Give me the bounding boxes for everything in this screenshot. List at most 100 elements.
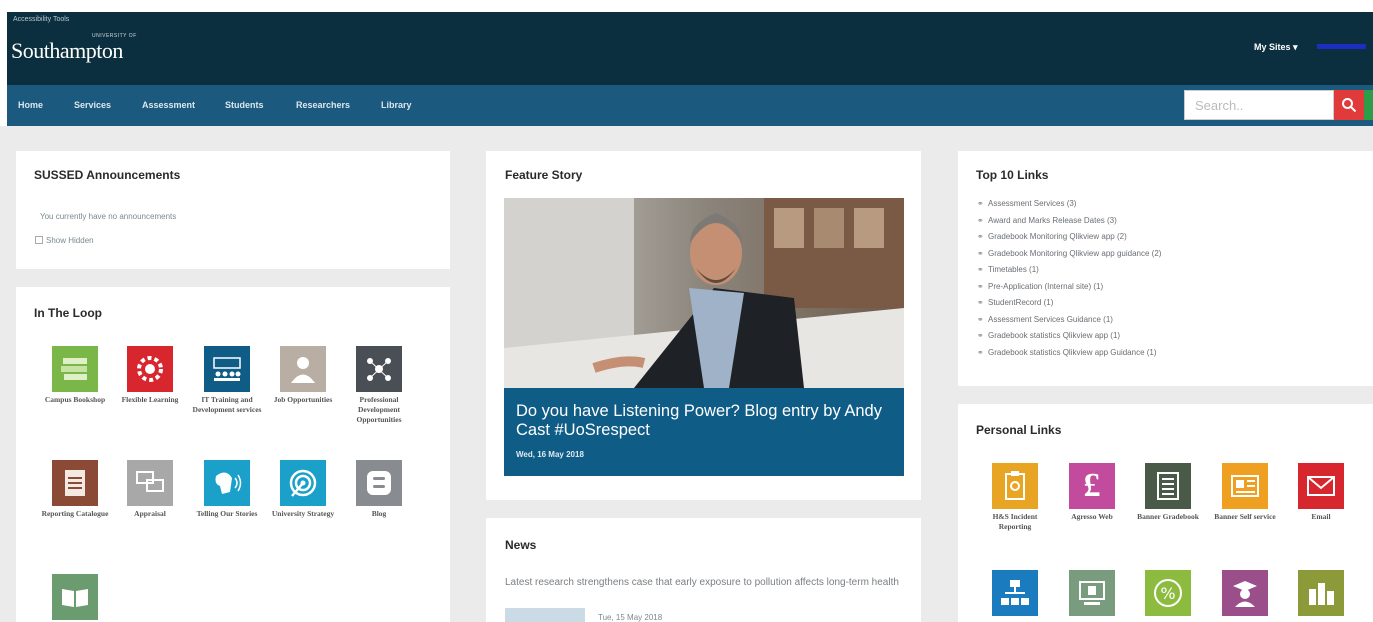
news-panel xyxy=(486,518,921,622)
link-icon: ⚭ xyxy=(977,265,984,274)
top-link-label[interactable]: Gradebook statistics Qlikview app Guidan… xyxy=(988,348,1157,357)
tile-telling-our-stories[interactable]: Telling Our Stories xyxy=(192,460,262,519)
top-link-item[interactable]: ⚭ Gradebook Monitoring Qlikview app (2) xyxy=(977,232,1127,241)
top-link-item[interactable]: ⚭ Gradebook statistics Qlikview app Guida… xyxy=(977,348,1157,357)
top-link-item[interactable]: ⚭ Pre-Application (Internal site) (1) xyxy=(977,282,1103,291)
tile-percent[interactable]: % xyxy=(1133,570,1203,619)
top-link-label[interactable]: Award and Marks Release Dates (3) xyxy=(988,216,1117,225)
header-accent-bar xyxy=(1317,44,1366,49)
nav-home[interactable]: Home xyxy=(18,100,43,110)
tile-hs-incident-reporting[interactable]: H&S Incident Reporting xyxy=(980,463,1050,532)
top-link-label[interactable]: Timetables (1) xyxy=(988,265,1039,274)
tile-university-strategy[interactable]: University Strategy xyxy=(268,460,338,519)
in-the-loop-panel xyxy=(16,287,450,622)
tile-label: Telling Our Stories xyxy=(196,509,258,518)
notebook-icon xyxy=(1145,463,1191,509)
top-link-item[interactable]: ⚭ Assessment Services (3) xyxy=(977,199,1076,208)
tile-blog[interactable]: Blog xyxy=(344,460,414,519)
search-input[interactable]: Search.. xyxy=(1184,90,1334,120)
form-icon xyxy=(1222,463,1268,509)
tile-label: Agresso Web xyxy=(1071,512,1113,521)
top-link-label[interactable]: Pre-Application (Internal site) (1) xyxy=(988,282,1103,291)
tile-label: H&S Incident Reporting xyxy=(992,512,1038,532)
link-icon: ⚭ xyxy=(977,248,984,258)
feature-photo[interactable] xyxy=(504,198,904,388)
network-icon xyxy=(356,346,402,392)
show-hidden-checkbox[interactable] xyxy=(35,236,43,244)
accessibility-tools-link[interactable]: Accessibility Tools xyxy=(13,16,69,23)
feature-date: Wed, 16 May 2018 xyxy=(516,450,584,459)
tile-label: Banner Gradebook xyxy=(1137,512,1199,521)
tile-job-opportunities[interactable]: Job Opportunities xyxy=(268,346,338,405)
site-header: Accessibility Tools xyxy=(7,12,1373,85)
tile-appraisal[interactable]: Appraisal xyxy=(115,460,185,519)
my-sites-dropdown[interactable]: My Sites ▾ xyxy=(1254,42,1298,53)
link-icon: ⚭ xyxy=(977,314,984,324)
tile-monitor[interactable] xyxy=(1057,570,1127,619)
tile-banner-gradebook[interactable]: Banner Gradebook xyxy=(1133,463,1203,522)
top-link-item[interactable]: ⚭ Assessment Services Guidance (1) xyxy=(977,315,1113,324)
tile-it-training[interactable]: IT Training and Development services xyxy=(192,346,262,415)
top-link-item[interactable]: ⚭ Award and Marks Release Dates (3) xyxy=(977,216,1117,225)
people-icon xyxy=(280,346,326,392)
tile-building[interactable] xyxy=(1286,570,1356,619)
top-link-label[interactable]: Assessment Services (3) xyxy=(988,199,1076,208)
search-button[interactable] xyxy=(1334,90,1364,120)
top-link-label[interactable]: Gradebook Monitoring Qlikview app (2) xyxy=(988,232,1127,241)
feature-photo-art xyxy=(504,198,904,388)
tile-label: University Strategy xyxy=(271,509,335,518)
graduate-icon xyxy=(1222,570,1268,616)
nav-researchers[interactable]: Researchers xyxy=(296,100,350,110)
book-icon xyxy=(52,574,98,620)
in-the-loop-title: In The Loop xyxy=(34,306,102,320)
tile-banner-self-service[interactable]: Banner Self service xyxy=(1210,463,1280,522)
top-link-label[interactable]: Assessment Services Guidance (1) xyxy=(988,315,1113,324)
show-hidden-link[interactable]: Show Hidden xyxy=(46,236,94,245)
tile-label: IT Training and Development services xyxy=(192,395,262,415)
news-headline[interactable]: Latest research strengthens case that ea… xyxy=(505,576,910,589)
tile-graduate[interactable] xyxy=(1210,570,1280,619)
main-nav: Home Services Assessment Students Resear… xyxy=(7,85,1373,126)
tile-email[interactable]: Email xyxy=(1286,463,1356,522)
clipboard-icon xyxy=(992,463,1038,509)
nav-students[interactable]: Students xyxy=(225,100,264,110)
news-thumbnail[interactable] xyxy=(505,608,585,622)
catalogue-icon xyxy=(52,460,98,506)
percent-icon: % xyxy=(1145,570,1191,616)
feature-headline[interactable]: Do you have Listening Power? Blog entry … xyxy=(516,402,886,440)
tile-professional-development[interactable]: Professional Development Opportunities xyxy=(344,346,414,425)
nav-library[interactable]: Library xyxy=(381,100,412,110)
top-link-item[interactable]: ⚭ Gradebook Monitoring Qlikview app guida… xyxy=(977,249,1161,258)
training-icon xyxy=(204,346,250,392)
feature-caption[interactable]: Do you have Listening Power? Blog entry … xyxy=(504,388,904,476)
tile-org-chart[interactable] xyxy=(980,570,1050,619)
tile-campus-bookshop[interactable]: Campus Bookshop xyxy=(40,346,110,405)
nav-services[interactable]: Services xyxy=(74,100,111,110)
university-logo[interactable]: Southampton xyxy=(11,38,123,64)
tile-label: Reporting Catalogue xyxy=(41,509,109,518)
org-chart-icon xyxy=(992,570,1038,616)
svg-text:%: % xyxy=(1160,584,1175,603)
tile-label: Appraisal xyxy=(134,509,166,518)
tile-book[interactable] xyxy=(40,574,110,622)
tile-reporting-catalogue[interactable]: Reporting Catalogue xyxy=(40,460,110,519)
link-icon: ⚭ xyxy=(977,281,984,291)
top-link-label[interactable]: Gradebook statistics Qlikview app (1) xyxy=(988,331,1120,340)
flex-gear-icon xyxy=(127,346,173,392)
announcements-empty-text: You currently have no announcements xyxy=(40,212,177,221)
tile-agresso-web[interactable]: £ Agresso Web xyxy=(1057,463,1127,522)
building-icon xyxy=(1298,570,1344,616)
top-link-label[interactable]: Gradebook Monitoring Qlikview app guidan… xyxy=(988,249,1161,258)
top-link-item[interactable]: ⚭ Timetables (1) xyxy=(977,265,1039,274)
chat-icon xyxy=(127,460,173,506)
top-link-item[interactable]: ⚭ Gradebook statistics Qlikview app (1) xyxy=(977,331,1120,340)
envelope-icon xyxy=(1298,463,1344,509)
search-icon xyxy=(1342,98,1357,113)
top-link-label[interactable]: StudentRecord (1) xyxy=(988,298,1053,307)
books-icon xyxy=(52,346,98,392)
nav-assessment[interactable]: Assessment xyxy=(142,100,195,110)
feature-story-title: Feature Story xyxy=(505,168,583,182)
top-link-item[interactable]: ⚭ StudentRecord (1) xyxy=(977,298,1053,307)
tile-flexible-learning[interactable]: Flexible Learning xyxy=(115,346,185,405)
link-icon: ⚭ xyxy=(977,331,984,340)
